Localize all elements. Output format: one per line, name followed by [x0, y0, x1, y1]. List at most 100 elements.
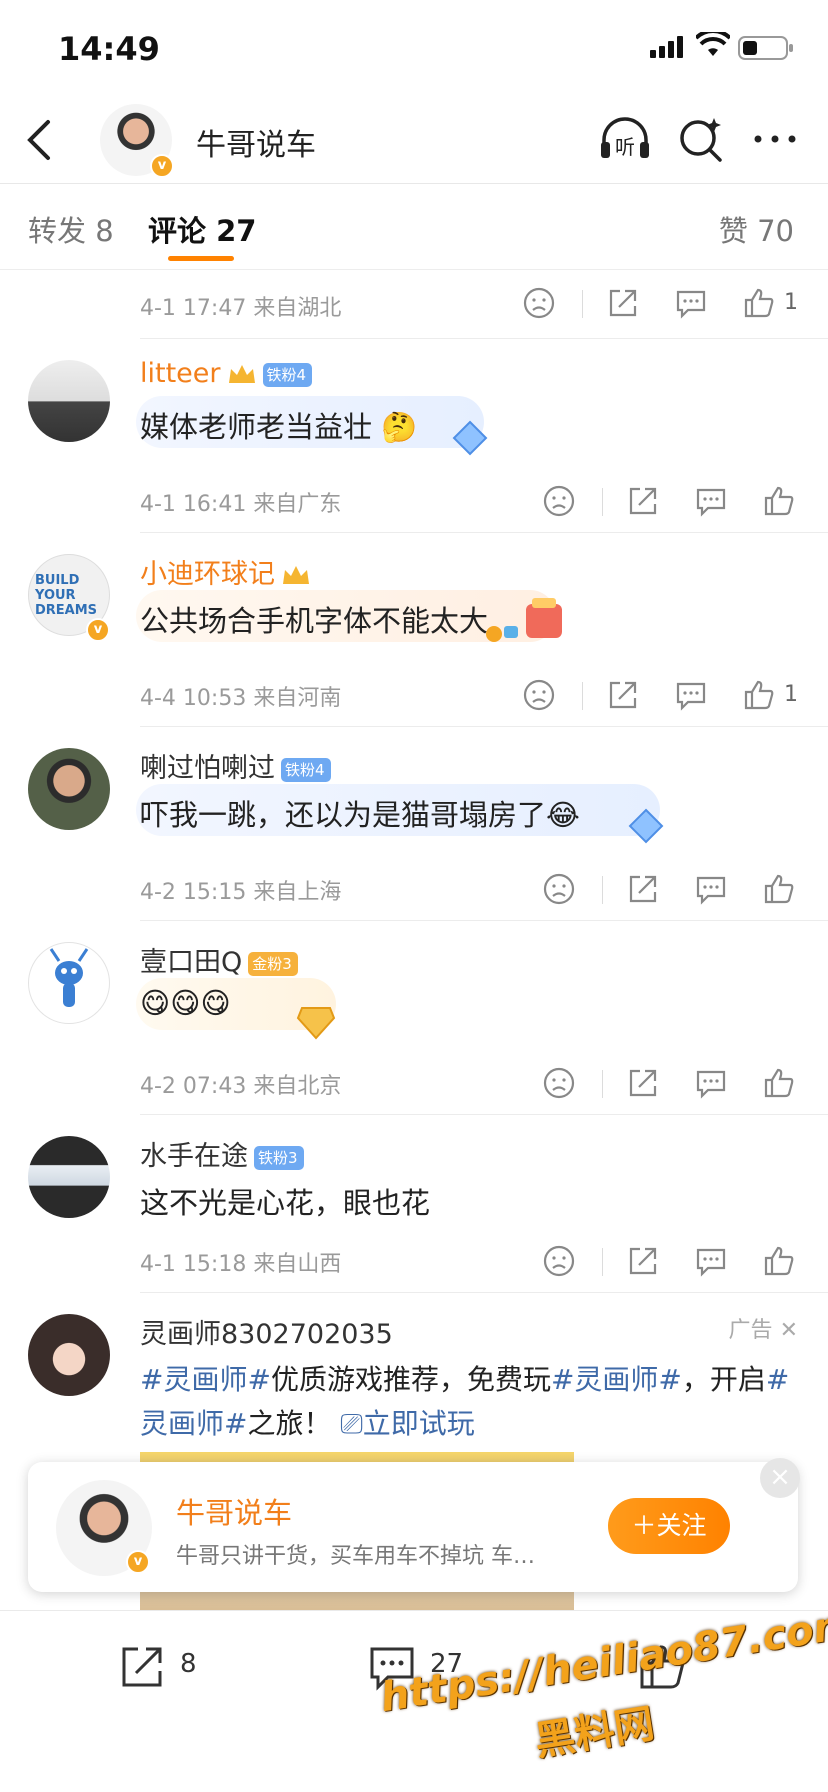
share-icon[interactable]: [626, 484, 660, 518]
commenter-name[interactable]: 喇过怕喇过 铁粉4: [140, 746, 331, 785]
follow-card: v 牛哥说车 牛哥只讲干货，买车用车不掉坑 车… ＋关注 ×: [28, 1458, 800, 1592]
wifi-icon: [696, 32, 730, 56]
share-icon[interactable]: [606, 678, 640, 712]
commenter-avatar[interactable]: [28, 748, 110, 830]
fan-badge: 铁粉3: [254, 1145, 304, 1170]
tab-likes[interactable]: 赞 70: [719, 208, 794, 250]
reply-icon[interactable]: [694, 872, 728, 906]
try-now-link[interactable]: ⎚立即试玩: [340, 1407, 474, 1440]
commenter-name[interactable]: 小迪环球记: [140, 552, 311, 591]
comment-item: BUILD YOUR DREAMS v 小迪环球记 公共场合手机字体不能太大 4…: [0, 532, 828, 726]
tab-active-indicator: [168, 256, 234, 261]
comment-text: 这不光是心花，眼也花: [140, 1186, 431, 1220]
share-icon[interactable]: [626, 1066, 660, 1100]
separator: [602, 488, 603, 516]
like-icon[interactable]: [762, 872, 796, 906]
like-icon[interactable]: [742, 286, 776, 320]
comment-item: litteer 铁粉4 媒体老师老当益壮 🤔 4-1 16:41 来自广东: [0, 338, 828, 532]
separator: [602, 876, 603, 904]
diamond-icon: [452, 420, 488, 456]
follow-card-avatar[interactable]: v: [56, 1480, 152, 1576]
separator: [602, 1248, 603, 1276]
separator: [602, 1070, 603, 1098]
like-icon[interactable]: [762, 484, 796, 518]
comment-meta: 4-4 10:53 来自河南: [140, 686, 342, 711]
close-icon[interactable]: ✕: [780, 1318, 798, 1343]
reply-icon[interactable]: [674, 678, 708, 712]
status-bar: 14:49: [0, 0, 828, 96]
search-icon[interactable]: [676, 114, 726, 164]
reply-icon[interactable]: [674, 286, 708, 320]
follow-button[interactable]: ＋关注: [608, 1498, 730, 1554]
verified-badge-icon: v: [86, 618, 110, 642]
crown-icon: [283, 565, 309, 584]
dislike-icon[interactable]: [542, 1066, 576, 1100]
like-count: 1: [784, 290, 798, 315]
avatar-logo-text: BUILD YOUR DREAMS: [35, 573, 98, 618]
like-icon[interactable]: [762, 1244, 796, 1278]
fan-badge: 铁粉4: [262, 362, 313, 387]
more-icon[interactable]: [750, 114, 800, 164]
commenter-avatar[interactable]: [28, 360, 110, 442]
comment-meta: 4-2 15:15 来自上海: [140, 880, 342, 905]
like-icon[interactable]: [762, 1066, 796, 1100]
crown-icon: [228, 364, 255, 383]
comment-item: 壹口田Q 金粉3 😋😋😋 4-2 07:43 来自北京: [0, 920, 828, 1114]
gold-gem-icon: [296, 1007, 336, 1040]
share-icon[interactable]: [626, 872, 660, 906]
dislike-icon[interactable]: [522, 678, 556, 712]
fan-badge: 铁粉4: [281, 757, 331, 782]
verified-badge-icon: v: [126, 1550, 150, 1574]
diamond-icon: [628, 808, 664, 844]
share-icon[interactable]: [626, 1244, 660, 1278]
reply-icon[interactable]: [694, 484, 728, 518]
close-icon[interactable]: ×: [760, 1458, 800, 1498]
hashtag-link[interactable]: #灵画师#: [140, 1363, 271, 1396]
commenter-avatar[interactable]: [28, 1136, 110, 1218]
advertiser-avatar[interactable]: [28, 1314, 110, 1396]
signal-icon: [650, 36, 683, 58]
comment-meta: 4-1 17:47 来自湖北: [140, 296, 342, 321]
tab-bar: 转发 8 评论 27 赞 70: [0, 184, 828, 270]
toaster-icon: [486, 598, 562, 642]
advertiser-name[interactable]: 灵画师8302702035: [140, 1312, 393, 1351]
status-time: 14:49: [58, 30, 160, 68]
nav-bar: v 牛哥说车 听: [0, 96, 828, 184]
emoji-icon: 😂: [546, 798, 580, 832]
verified-badge-icon: v: [150, 154, 174, 178]
comment-text: 吓我一跳，还以为是猫哥塌房了😂: [140, 798, 580, 832]
dislike-icon[interactable]: [542, 1244, 576, 1278]
emoji-icon: 🤔: [381, 410, 418, 444]
separator: [582, 682, 583, 710]
headphones-icon[interactable]: 听: [598, 114, 652, 164]
comment-meta: 4-1 15:18 来自山西: [140, 1252, 342, 1277]
comment-meta: 4-2 07:43 来自北京: [140, 1074, 342, 1099]
comment-emojis: 😋😋😋: [140, 986, 231, 1020]
commenter-avatar[interactable]: [28, 942, 110, 1024]
share-icon[interactable]: [606, 286, 640, 320]
nav-title[interactable]: 牛哥说车: [196, 120, 316, 164]
comment-item: 水手在途 铁粉3 这不光是心花，眼也花 4-1 15:18 来自山西: [0, 1114, 828, 1292]
repost-icon[interactable]: [116, 1641, 168, 1693]
follow-card-name[interactable]: 牛哥说车: [176, 1490, 292, 1532]
tab-repost[interactable]: 转发 8: [28, 208, 114, 250]
comment-item: 喇过怕喇过 铁粉4 吓我一跳，还以为是猫哥塌房了😂 4-2 15:15 来自上海: [0, 726, 828, 920]
like-icon[interactable]: [742, 678, 776, 712]
comment-partial: 4-1 17:47 来自湖北 1: [0, 270, 828, 338]
reply-icon[interactable]: [694, 1244, 728, 1278]
repost-count[interactable]: 8: [180, 1649, 197, 1679]
commenter-name[interactable]: 水手在途 铁粉3: [140, 1134, 304, 1173]
commenter-name[interactable]: 壹口田Q 金粉3: [140, 940, 298, 979]
commenter-name[interactable]: litteer 铁粉4: [140, 358, 313, 389]
reply-icon[interactable]: [694, 1066, 728, 1100]
dislike-icon[interactable]: [542, 872, 576, 906]
hashtag-link[interactable]: #灵画师#: [551, 1363, 682, 1396]
tab-comments[interactable]: 评论 27: [148, 208, 256, 250]
dislike-icon[interactable]: [542, 484, 576, 518]
back-icon[interactable]: [18, 116, 62, 164]
nav-avatar[interactable]: v: [100, 104, 174, 178]
fan-badge: 金粉3: [248, 951, 298, 976]
ad-label[interactable]: 广告 ✕: [729, 1312, 798, 1344]
dislike-icon[interactable]: [522, 286, 556, 320]
play-icon: ⎚: [340, 1407, 363, 1440]
